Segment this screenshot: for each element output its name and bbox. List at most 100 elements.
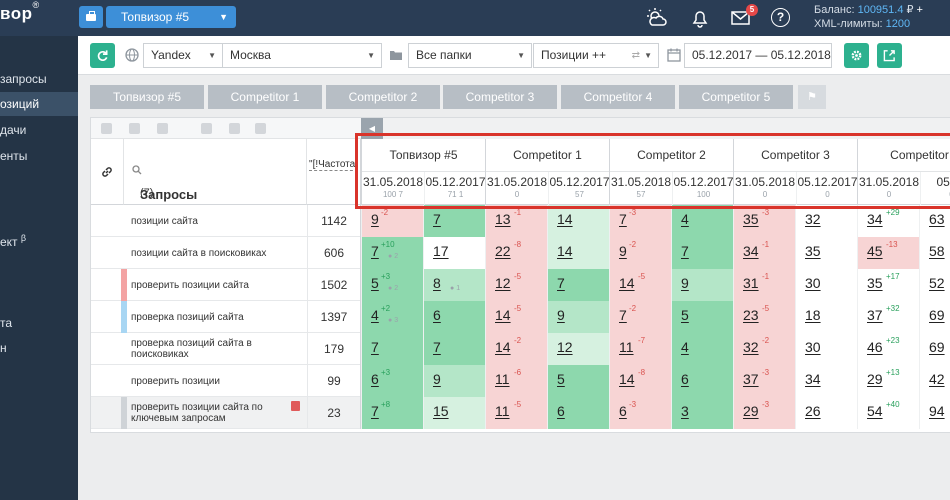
position-value[interactable]: 17	[433, 243, 449, 259]
position-value[interactable]: 12	[495, 275, 511, 291]
position-cell[interactable]: 69	[919, 301, 950, 333]
position-value[interactable]: 46	[867, 339, 883, 355]
position-cell[interactable]: 7 +8	[361, 397, 423, 429]
tab-competitor-2[interactable]: Competitor 2	[326, 85, 440, 109]
position-cell[interactable]: 6 +3	[361, 365, 423, 397]
position-value[interactable]: 14	[619, 275, 635, 291]
sort-icon[interactable]	[101, 123, 112, 134]
position-value[interactable]: 32	[805, 211, 821, 227]
position-cell[interactable]: 6	[547, 397, 609, 429]
position-cell[interactable]: 7 +10 ● 2	[361, 237, 423, 269]
position-cell[interactable]: 7 -2	[609, 301, 671, 333]
position-value[interactable]: 11	[495, 403, 510, 419]
position-cell[interactable]: 14	[547, 237, 609, 269]
position-value[interactable]: 13	[495, 211, 511, 227]
position-value[interactable]: 9	[619, 243, 627, 259]
image-icon[interactable]	[255, 123, 266, 134]
position-value[interactable]: 12	[557, 339, 573, 355]
position-value[interactable]: 7	[619, 307, 627, 323]
queries-column-header[interactable]: Запросы (7)	[124, 139, 307, 205]
contrast-icon[interactable]	[229, 123, 240, 134]
query-text[interactable]: проверка позиций сайта в поисковиках	[131, 333, 301, 365]
tab-project[interactable]: Топвизор #5	[90, 85, 204, 109]
position-cell[interactable]: 35 +17	[857, 269, 919, 301]
position-cell[interactable]: 9 -2	[609, 237, 671, 269]
position-cell[interactable]: 30	[795, 333, 857, 365]
position-value[interactable]: 15	[433, 403, 449, 419]
position-value[interactable]: 7	[371, 339, 379, 355]
position-cell[interactable]: 14 -8	[609, 365, 671, 397]
toggle-icon[interactable]	[129, 123, 140, 134]
sidebar-item-project[interactable]: ект β	[0, 226, 78, 250]
position-value[interactable]: 37	[867, 307, 883, 323]
position-cell[interactable]: 11 -6	[485, 365, 547, 397]
table-row[interactable]: проверить позиции 99 6 +3 9 11 -6 5 14 -8 6 37 -3 34 2…	[91, 365, 950, 397]
refresh-button[interactable]	[90, 43, 115, 68]
position-cell[interactable]: 42	[919, 365, 950, 397]
position-value[interactable]: 9	[371, 211, 379, 227]
table-row[interactable]: позиции сайта в поисковиках 606 7 +10 ● 2 17 2…	[91, 237, 950, 269]
tab-competitor-4[interactable]: Competitor 4	[561, 85, 675, 109]
position-cell[interactable]: 4 +2 ● 3	[361, 301, 423, 333]
position-cell[interactable]: 11 -7	[609, 333, 671, 365]
position-value[interactable]: 42	[929, 371, 945, 387]
position-cell[interactable]: 9	[547, 301, 609, 333]
settings-button[interactable]	[844, 43, 869, 68]
position-cell[interactable]: 6	[671, 365, 733, 397]
position-cell[interactable]: 58	[919, 237, 950, 269]
position-cell[interactable]: 12 -5	[485, 269, 547, 301]
sidebar-item-clients[interactable]: енты	[0, 144, 78, 168]
position-cell[interactable]: 35	[795, 237, 857, 269]
position-cell[interactable]: 9	[671, 269, 733, 301]
position-value[interactable]: 54	[867, 403, 883, 419]
position-cell[interactable]: 17	[423, 237, 485, 269]
position-value[interactable]: 29	[743, 403, 759, 419]
position-value[interactable]: 37	[743, 371, 759, 387]
position-cell[interactable]: 46 +23	[857, 333, 919, 365]
position-cell[interactable]: 23 -5	[733, 301, 795, 333]
position-value[interactable]: 35	[867, 275, 883, 291]
position-cell[interactable]: 4	[671, 333, 733, 365]
search-icon[interactable]	[132, 165, 142, 175]
position-cell[interactable]: 8 ● 1	[423, 269, 485, 301]
position-cell[interactable]: 37 +32	[857, 301, 919, 333]
position-cell[interactable]: 7	[361, 333, 423, 365]
position-value[interactable]: 3	[681, 403, 689, 419]
position-cell[interactable]: 14 -5	[485, 301, 547, 333]
search-engine-select[interactable]: Yandex ▼	[143, 43, 223, 68]
tab-competitor-3[interactable]: Competitor 3	[443, 85, 557, 109]
position-value[interactable]: 18	[805, 307, 821, 323]
position-cell[interactable]: 14	[547, 205, 609, 237]
position-cell[interactable]: 6	[423, 301, 485, 333]
position-value[interactable]: 7	[433, 211, 441, 227]
document-icon[interactable]	[201, 123, 212, 134]
position-value[interactable]: 5	[681, 307, 689, 323]
position-cell[interactable]: 12	[547, 333, 609, 365]
date-range-input[interactable]: 05.12.2017 — 05.12.2018	[684, 43, 832, 68]
position-cell[interactable]: 14 -5	[609, 269, 671, 301]
position-value[interactable]: 8	[433, 275, 441, 291]
position-value[interactable]: 5	[371, 275, 379, 291]
position-value[interactable]: 63	[929, 211, 945, 227]
position-cell[interactable]: 15	[423, 397, 485, 429]
position-cell[interactable]: 63	[919, 205, 950, 237]
table-row[interactable]: позиции сайта 1142 9 -2 7 13 -1 14 7 -3 4 35 -3 32 34 +…	[91, 205, 950, 237]
query-text[interactable]: позиции сайта	[131, 205, 301, 237]
query-text[interactable]: проверить позиции сайта	[131, 269, 301, 301]
position-cell[interactable]: 32 -2	[733, 333, 795, 365]
position-value[interactable]: 7	[619, 211, 627, 227]
xml-limit-value[interactable]: 1200	[886, 18, 910, 30]
position-value[interactable]: 30	[805, 339, 821, 355]
chain-link-icon[interactable]	[100, 165, 114, 179]
position-value[interactable]: 30	[805, 275, 821, 291]
position-value[interactable]: 14	[619, 371, 635, 387]
position-value[interactable]: 58	[929, 243, 945, 259]
region-select[interactable]: Москва ▼	[222, 43, 382, 68]
table-row[interactable]: проверить позиции сайта 1502 5 +3 ● 2 8 ● 1 12-…	[91, 269, 950, 301]
position-value[interactable]: 7	[371, 243, 379, 259]
position-value[interactable]: 11	[495, 371, 510, 387]
position-cell[interactable]: 6 -3	[609, 397, 671, 429]
position-value[interactable]: 35	[805, 243, 821, 259]
position-cell[interactable]: 35 -3	[733, 205, 795, 237]
query-text[interactable]: проверить позиции	[131, 365, 301, 397]
